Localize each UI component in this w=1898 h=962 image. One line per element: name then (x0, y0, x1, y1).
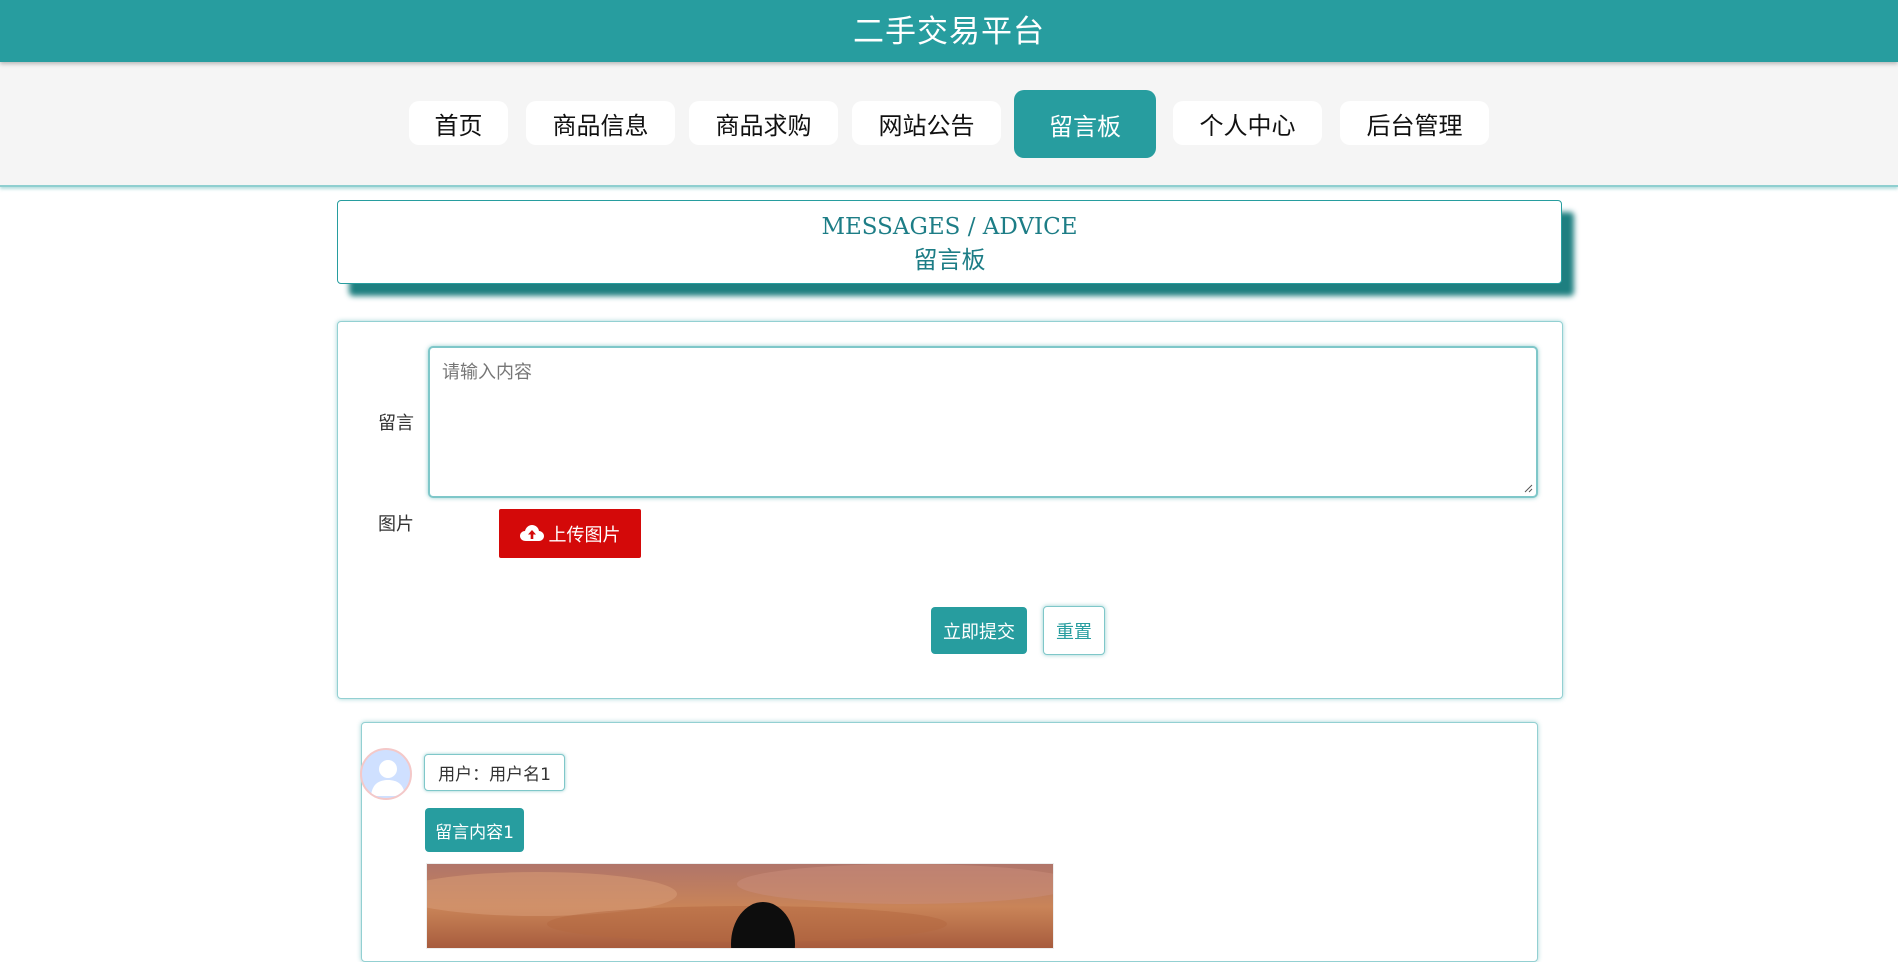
nav-item-home[interactable]: 首页 (409, 101, 508, 145)
message-textarea[interactable]: 请输入内容 (428, 346, 1538, 498)
nav-item-wanted[interactable]: 商品求购 (689, 101, 838, 145)
nav-item-announcements[interactable]: 网站公告 (852, 101, 1001, 145)
site-header: 二手交易平台 (0, 0, 1898, 62)
nav-item-products[interactable]: 商品信息 (526, 101, 675, 145)
nav-item-message-board[interactable]: 留言板 (1014, 90, 1156, 158)
image-label: 图片 (378, 514, 414, 535)
message-label: 留言 (378, 413, 414, 434)
upload-image-button[interactable]: 上传图片 (499, 509, 641, 558)
page-title-chinese: 留言板 (913, 246, 986, 274)
main-nav: 首页 商品信息 商品求购 网站公告 留言板 个人中心 后台管理 (0, 62, 1898, 187)
page-title-english: MESSAGES / ADVICE (821, 214, 1078, 240)
message-placeholder: 请输入内容 (442, 362, 532, 383)
nav-item-admin[interactable]: 后台管理 (1340, 101, 1489, 145)
nav-item-personal-center[interactable]: 个人中心 (1173, 101, 1322, 145)
resize-grip-icon[interactable] (1524, 484, 1533, 493)
submit-button[interactable]: 立即提交 (931, 607, 1027, 654)
message-content: 留言内容1 (425, 808, 524, 852)
upload-button-label: 上传图片 (548, 524, 621, 546)
cloud-upload-icon (519, 524, 544, 541)
site-title: 二手交易平台 (853, 13, 1045, 50)
reset-button[interactable]: 重置 (1043, 606, 1105, 655)
message-username: 用户：用户名1 (424, 754, 565, 791)
page-title-card: MESSAGES / ADVICE 留言板 (337, 200, 1562, 284)
message-image (426, 863, 1054, 949)
user-avatar-icon (360, 748, 412, 800)
